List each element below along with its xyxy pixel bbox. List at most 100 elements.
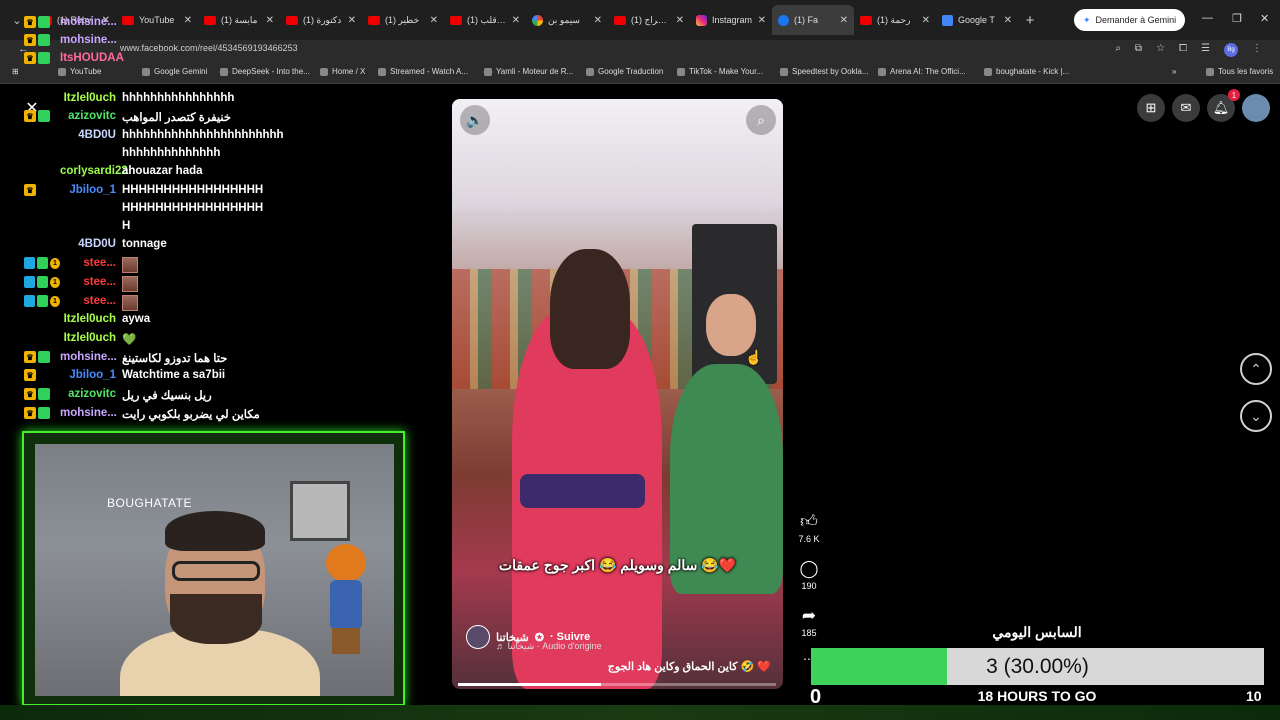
chat-username[interactable]: stee...	[60, 295, 116, 307]
chat-username[interactable]: stee...	[60, 257, 116, 269]
chat-text: tonnage	[122, 238, 167, 250]
comment-button[interactable]: ◯ 190	[795, 559, 823, 591]
blue-badge-icon	[24, 295, 35, 307]
sound-icon[interactable]: 🔈	[460, 105, 490, 135]
chat-username[interactable]: stee...	[60, 276, 116, 288]
all-bookmarks[interactable]: Tous les favoris	[1206, 67, 1273, 76]
previous-reel-chevron-up-icon[interactable]: ⌃	[1240, 353, 1272, 385]
crown-badge-icon: ♛	[24, 388, 36, 400]
apps-grid-icon[interactable]: ⊞	[12, 67, 19, 76]
tab-close-icon[interactable]: ✕	[430, 15, 438, 26]
tab-favicon-icon	[614, 15, 626, 25]
green-badge-icon	[38, 52, 50, 64]
tab-close-icon[interactable]: ✕	[266, 15, 274, 26]
browser-tab[interactable]: Instagram ✕	[690, 5, 772, 35]
bookmark-item[interactable]: Speedtest by Ookla...	[780, 67, 869, 76]
url-field[interactable]: www.facebook.com/reel/4534569193466253	[120, 43, 298, 53]
browser-tab[interactable]: (1) خطير ✕	[362, 5, 444, 35]
crown-badge-icon: ♛	[24, 351, 36, 363]
zoom-icon[interactable]: ⌕	[1115, 43, 1121, 57]
bookmarks-overflow-icon[interactable]: »	[1172, 67, 1176, 76]
bookmark-item[interactable]: TikTok - Make Your...	[677, 67, 763, 76]
chat-username[interactable]: ItsHOUDAA	[60, 52, 124, 64]
bookmark-favicon-icon	[586, 67, 594, 76]
browser-tab[interactable]: YouTube ✕	[116, 5, 198, 35]
bookmark-item[interactable]: Google Traduction	[586, 67, 663, 76]
chat-emote	[122, 276, 138, 292]
close-window-button[interactable]: ✕	[1260, 12, 1269, 25]
search-icon[interactable]: ⌕	[746, 105, 776, 135]
tab-close-icon[interactable]: ✕	[184, 15, 192, 26]
tab-favicon-icon	[778, 14, 789, 26]
browser-tab[interactable]: (1) رحمة ✕	[854, 5, 936, 35]
bookmark-item[interactable]: YouTube	[58, 67, 101, 76]
tab-close-icon[interactable]: ✕	[512, 15, 520, 26]
audio-info[interactable]: ♬ شيخاتنا · Audio d'origine	[496, 641, 602, 652]
fb-profile-avatar[interactable]	[1242, 94, 1270, 122]
next-reel-chevron-down-icon[interactable]: ⌄	[1240, 400, 1272, 432]
tab-close-icon[interactable]: ✕	[1004, 15, 1012, 26]
chat-username[interactable]: Jbiloo_1	[60, 184, 116, 196]
chat-username[interactable]: Itzlel0uch	[60, 92, 116, 104]
fb-menu-grid-icon[interactable]: ⊞	[1137, 94, 1165, 122]
chat-username[interactable]: mohsine...	[60, 16, 117, 28]
bookmark-item[interactable]: Google Gemini	[142, 67, 207, 76]
green-badge-icon	[38, 388, 50, 400]
tab-close-icon[interactable]: ✕	[348, 15, 356, 26]
bookmark-item[interactable]: Home / X	[320, 67, 365, 76]
bookmark-item[interactable]: DeepSeek - Into the...	[220, 67, 310, 76]
tab-close-icon[interactable]: ✕	[758, 15, 766, 26]
menu-dots-icon[interactable]: ⋮	[1252, 43, 1262, 57]
bookmark-item[interactable]: Arena AI: The Offici...	[878, 67, 966, 76]
new-tab-button[interactable]: +	[1018, 12, 1042, 29]
browser-tab[interactable]: (1) من قلب ✕	[444, 5, 526, 35]
chat-username[interactable]: corlysardi22	[60, 165, 128, 177]
video-progress[interactable]	[458, 683, 776, 686]
bookmark-label: Google Gemini	[154, 67, 208, 76]
browser-tab[interactable]: (1) الإخراج ✕	[608, 5, 690, 35]
chat-username[interactable]: 4BD0U	[60, 238, 116, 250]
dancer-pink-dress	[492, 249, 662, 689]
minimize-button[interactable]: —	[1202, 12, 1213, 24]
figure-legs	[332, 628, 360, 654]
browser-tab[interactable]: سيمو بن ✕	[526, 5, 608, 35]
reel-video[interactable]: 🔈 ⌕ سالم وسويلم 😂 اكبر جوج عمقات 😂❤️ شيخ…	[452, 99, 783, 689]
chat-username[interactable]: 4BD0U	[60, 129, 116, 141]
browser-tab[interactable]: (1) دكتورة ✕	[280, 5, 362, 35]
tab-title: Google T	[958, 15, 995, 25]
bookmark-item[interactable]: Yamli - Moteur de R...	[484, 67, 573, 76]
chat-username[interactable]: mohsine...	[60, 351, 117, 363]
author-avatar[interactable]	[466, 625, 490, 649]
chat-username[interactable]: Itzlel0uch	[60, 313, 116, 325]
messenger-icon[interactable]: ✉	[1172, 94, 1200, 122]
bookmark-label: Streamed - Watch A...	[390, 67, 468, 76]
browser-tab[interactable]: Google T ✕	[936, 5, 1018, 35]
tab-close-icon[interactable]: ✕	[840, 15, 848, 26]
chat-username[interactable]: azizovitc	[60, 388, 116, 400]
tabs: (1) Ruby ✕ YouTube ✕ (1) مايسة ✕ (1) دكتورة ✕ (1…	[34, 0, 1018, 40]
chat-username[interactable]: mohsine...	[60, 34, 117, 46]
chat-message: ♛ azizovitc ريل بنسيك في ريل	[24, 388, 212, 402]
reading-list-icon[interactable]: ☰	[1201, 43, 1210, 57]
chat-message: ♛ mohsine... حتا هما تدوزو لكاستينغ	[24, 351, 227, 365]
subs-goal-title: السابس اليومي	[992, 624, 1082, 640]
bookmarks-bar: ⊞ YouTube Google Gemini DeepSeek - Into th…	[0, 62, 1280, 84]
profile-avatar[interactable]: Bg	[1224, 43, 1238, 57]
chat-username[interactable]: Itzlel0uch	[60, 332, 116, 344]
extensions-icon[interactable]: ⧠	[1179, 43, 1187, 57]
like-button[interactable]: 👍︎ 7.6 K	[795, 512, 823, 544]
restore-button[interactable]: ❐	[1232, 12, 1242, 25]
tab-close-icon[interactable]: ✕	[676, 15, 684, 26]
bookmark-star-icon[interactable]: ☆	[1156, 43, 1165, 57]
bookmark-item[interactable]: boughatate - Kick |...	[984, 67, 1069, 76]
browser-tab[interactable]: (1) Fa ✕	[772, 5, 854, 35]
chat-username[interactable]: azizovitc	[60, 110, 116, 122]
tab-close-icon[interactable]: ✕	[922, 15, 930, 26]
bookmark-item[interactable]: Streamed - Watch A...	[378, 67, 468, 76]
tab-close-icon[interactable]: ✕	[594, 15, 602, 26]
browser-tab[interactable]: (1) مايسة ✕	[198, 5, 280, 35]
install-app-icon[interactable]: ⧉	[1135, 43, 1142, 57]
chat-username[interactable]: Jbiloo_1	[60, 369, 116, 381]
gemini-button[interactable]: ✦ Demander à Gemini	[1074, 9, 1186, 31]
chat-username[interactable]: mohsine...	[60, 407, 117, 419]
